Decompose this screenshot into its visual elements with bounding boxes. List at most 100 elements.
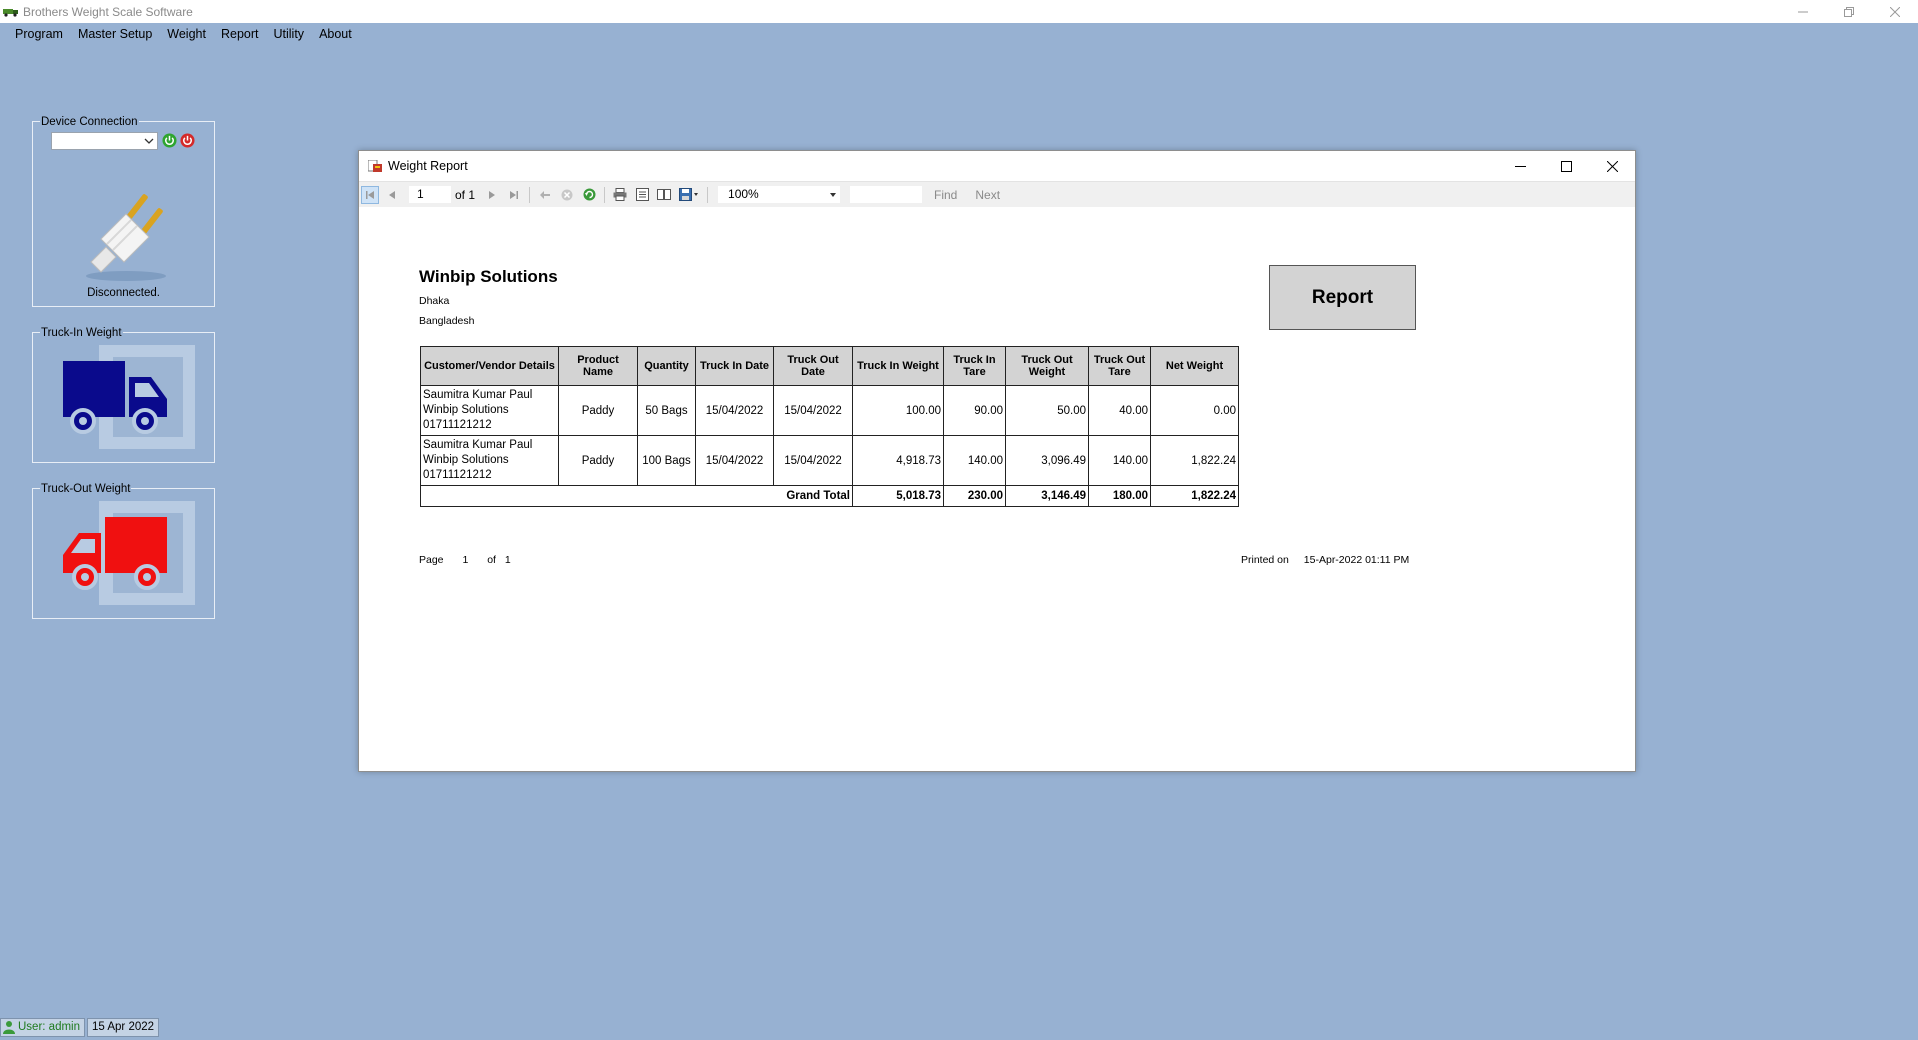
report-window-title: Weight Report xyxy=(388,159,468,173)
menu-about[interactable]: About xyxy=(312,27,360,41)
print-layout-button[interactable] xyxy=(633,186,651,204)
print-button[interactable] xyxy=(611,186,629,204)
chevron-down-icon xyxy=(144,138,154,144)
column-header: Quantity xyxy=(637,346,696,386)
device-select[interactable] xyxy=(51,132,158,150)
toolbar-separator xyxy=(604,186,606,203)
app-title-bar: Brothers Weight Scale Software xyxy=(0,0,1918,23)
stop-icon xyxy=(561,189,573,200)
export-button[interactable] xyxy=(677,186,701,204)
first-page-icon xyxy=(366,190,374,199)
truck-in-weight-tile[interactable]: Truck-In Weight xyxy=(32,327,215,463)
restore-button[interactable] xyxy=(1826,0,1872,23)
menu-master-setup[interactable]: Master Setup xyxy=(71,27,160,41)
printed-on: Printed on 15-Apr-2022 01:11 PM xyxy=(1241,554,1421,566)
back-button[interactable] xyxy=(536,186,554,204)
printed-on-timestamp: 15-Apr-2022 01:11 PM xyxy=(1303,554,1410,566)
truck-out-tare-cell: 40.00 xyxy=(1088,385,1151,436)
zoom-select[interactable]: 100% xyxy=(718,186,841,203)
current-user-label: User: admin xyxy=(18,1021,80,1033)
truck-in-date-cell: 15/04/2022 xyxy=(695,435,774,486)
total-net-weight: 1,822.24 xyxy=(1150,485,1239,507)
toolbar-separator xyxy=(529,186,531,203)
connect-power-icon[interactable] xyxy=(162,133,177,148)
quantity-cell: 50 Bags xyxy=(637,385,696,436)
first-page-button[interactable] xyxy=(361,185,379,204)
report-close-button[interactable] xyxy=(1589,151,1635,181)
close-button[interactable] xyxy=(1872,0,1918,23)
page-setup-icon xyxy=(657,189,672,200)
back-arrow-icon xyxy=(540,190,551,199)
column-header: Truck In Weight xyxy=(852,346,944,386)
page-count-label: of 1 xyxy=(455,187,476,202)
truck-in-weight-label: Truck-In Weight xyxy=(40,327,123,340)
report-window-controls xyxy=(1497,151,1635,181)
grand-total-row: Grand Total 5,018.73 230.00 3,146.49 180… xyxy=(420,485,1239,507)
total-truck-in-weight: 5,018.73 xyxy=(852,485,944,507)
close-icon xyxy=(1890,6,1900,17)
next-page-button[interactable] xyxy=(483,186,501,204)
connection-status: Disconnected. xyxy=(87,287,160,299)
customer-company: Winbip Solutions xyxy=(423,454,509,466)
grand-total-label: Grand Total xyxy=(420,485,853,507)
find-input[interactable] xyxy=(850,186,923,203)
total-truck-in-tare: 230.00 xyxy=(943,485,1006,507)
total-truck-out-weight: 3,146.49 xyxy=(1005,485,1089,507)
customer-name: Saumitra Kumar Paul xyxy=(423,439,533,451)
current-user: User: admin xyxy=(0,1017,85,1037)
truck-in-date-cell: 15/04/2022 xyxy=(695,385,774,436)
report-window-title-bar: Weight Report xyxy=(359,151,1635,181)
menu-weight[interactable]: Weight xyxy=(160,27,214,41)
truck-out-date-cell: 15/04/2022 xyxy=(773,385,853,436)
find-button[interactable]: Find xyxy=(934,188,957,202)
truck-in-weight-cell: 4,918.73 xyxy=(852,435,944,486)
product-cell: Paddy xyxy=(558,385,638,436)
printed-on-label: Printed on xyxy=(1241,554,1289,566)
refresh-button[interactable] xyxy=(580,186,598,204)
current-page-input[interactable]: 1 xyxy=(409,186,451,203)
table-row: Saumitra Kumar Paul Winbip Solutions 017… xyxy=(420,385,1239,436)
window-controls xyxy=(1780,0,1918,23)
column-header: Truck In Tare xyxy=(943,346,1006,386)
stop-button[interactable] xyxy=(558,186,576,204)
quantity-cell: 100 Bags xyxy=(637,435,696,486)
previous-page-button[interactable] xyxy=(383,186,401,204)
report-toolbar: 1 of 1 100% Find Next xyxy=(359,181,1635,208)
save-export-icon xyxy=(679,188,699,201)
product-cell: Paddy xyxy=(558,435,638,486)
truck-in-icon xyxy=(63,361,167,434)
truck-in-tare-cell: 90.00 xyxy=(943,385,1006,436)
truck-out-icon xyxy=(63,517,167,590)
toolbar-separator xyxy=(707,186,709,203)
print-icon xyxy=(613,188,627,201)
device-connection-panel: Device Connection Disconnected. xyxy=(32,116,215,307)
menu-utility[interactable]: Utility xyxy=(267,27,313,41)
maximize-icon xyxy=(1560,160,1572,172)
customer-details-cell: Saumitra Kumar Paul Winbip Solutions 017… xyxy=(420,435,559,486)
last-page-button[interactable] xyxy=(505,186,523,204)
plug-icon xyxy=(86,194,166,281)
report-minimize-button[interactable] xyxy=(1497,151,1543,181)
menu-report[interactable]: Report xyxy=(214,27,267,41)
minimize-button[interactable] xyxy=(1780,0,1826,23)
column-header: Customer/Vendor Details xyxy=(420,346,559,386)
truck-out-weight-label: Truck-Out Weight xyxy=(40,483,132,496)
table-row: Saumitra Kumar Paul Winbip Solutions 017… xyxy=(420,435,1239,486)
page-footer: Page 1 of 1 xyxy=(419,554,527,566)
user-icon xyxy=(3,1021,15,1034)
status-bar: User: admin 15 Apr 2022 xyxy=(0,1017,160,1037)
find-next-button[interactable]: Next xyxy=(975,188,1000,202)
company-name: Winbip Solutions xyxy=(419,267,558,286)
previous-page-icon xyxy=(389,190,395,199)
weight-report-window: Weight Report 1 of 1 100% Find Next Winb… xyxy=(358,150,1636,772)
disconnect-power-icon[interactable] xyxy=(180,133,195,148)
footer-of-label: of xyxy=(487,554,496,566)
page-setup-button[interactable] xyxy=(655,186,673,204)
weight-report-table: Customer/Vendor Details Product Name Qua… xyxy=(420,346,1239,507)
menu-program[interactable]: Program xyxy=(8,27,71,41)
report-maximize-button[interactable] xyxy=(1543,151,1589,181)
truck-out-weight-tile[interactable]: Truck-Out Weight xyxy=(32,483,215,619)
close-icon xyxy=(1606,160,1618,172)
print-layout-icon xyxy=(635,188,649,201)
column-header: Truck Out Weight xyxy=(1005,346,1089,386)
